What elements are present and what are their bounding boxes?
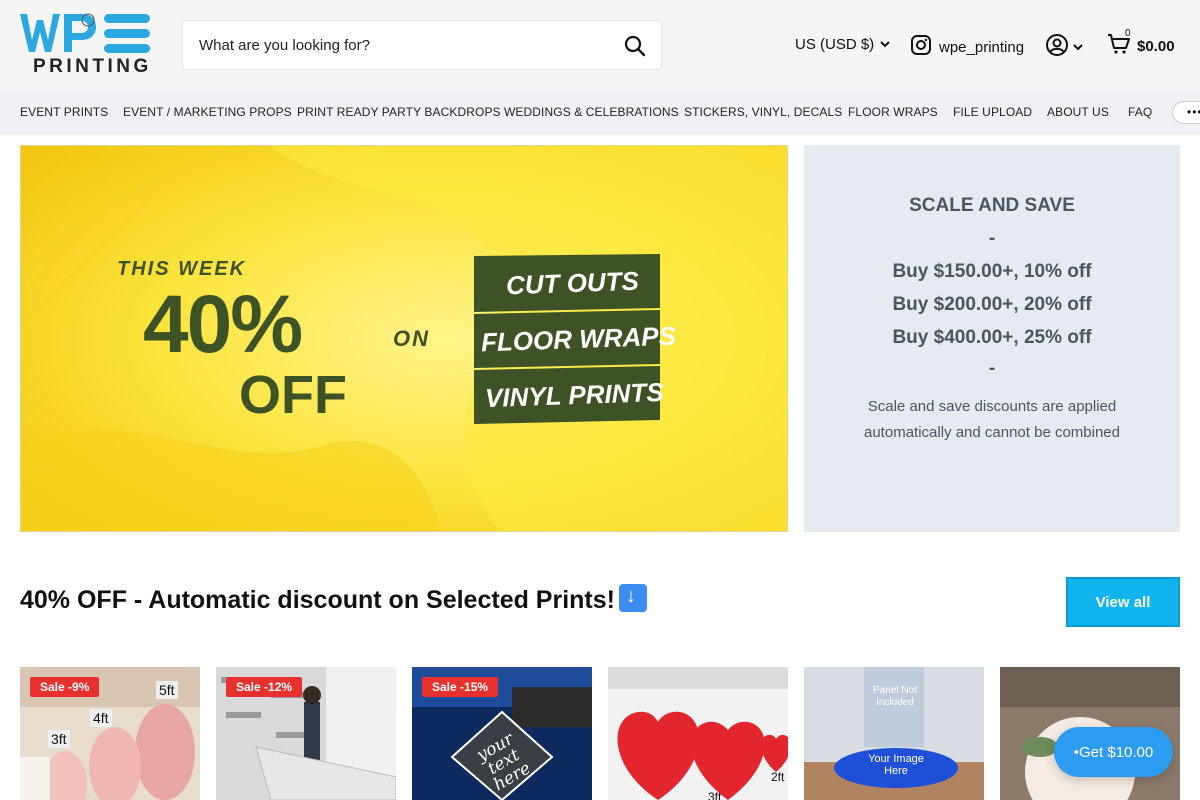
- rewards-amount: Get $10.00: [1079, 743, 1154, 761]
- nav-item-floor-wraps[interactable]: FLOOR WRAPS: [848, 105, 938, 119]
- promo-tier-1: Buy $150.00+, 10% off: [892, 261, 1092, 282]
- cart-icon: 0: [1107, 28, 1131, 61]
- hero-tag-vinyl-prints: VINYL PRINTS: [484, 376, 665, 414]
- section-heading: 40% OFF - Automatic discount on Selected…: [20, 584, 647, 615]
- size-label: 3ft: [708, 790, 722, 800]
- more-icon: •••: [1187, 105, 1200, 119]
- nav-item-stickers[interactable]: STICKERS, VINYL, DECALS: [684, 105, 842, 119]
- view-all-button[interactable]: View all: [1066, 577, 1180, 627]
- scale-and-save-panel: SCALE AND SAVE - Buy $150.00+, 10% off B…: [804, 145, 1180, 532]
- hero-percent: 40%: [143, 279, 303, 370]
- size-label: 2ft: [771, 770, 785, 784]
- cart-count: 0: [1125, 28, 1131, 39]
- chevron-down-icon: [1073, 39, 1083, 57]
- search-box: [182, 20, 662, 70]
- panel-note: Panel Not Included: [873, 685, 917, 708]
- size-label: 3ft: [48, 730, 70, 748]
- nav-item-about-us[interactable]: ABOUT US: [1047, 105, 1109, 119]
- nav-item-weddings[interactable]: WEDDINGS & CELEBRATIONS: [504, 105, 679, 119]
- rewards-button[interactable]: •Get $10.00: [1054, 727, 1173, 777]
- sale-badge: Sale -9%: [30, 677, 100, 697]
- size-label: 4ft: [90, 709, 112, 727]
- hero-banner[interactable]: THIS WEEK 40% OFF ON CUT OUTS FLOOR WRAP…: [20, 145, 788, 532]
- main-nav: EVENT PRINTS EVENT / MARKETING PROPS PRI…: [0, 90, 1200, 135]
- promo-dash: -: [988, 228, 996, 249]
- down-arrow-icon: [618, 584, 647, 612]
- cart-button[interactable]: 0 $0.00: [1107, 28, 1175, 61]
- cart-total: $0.00: [1137, 38, 1175, 55]
- product-card[interactable]: 2ft 3ft: [608, 667, 788, 800]
- nav-item-file-upload[interactable]: FILE UPLOAD: [953, 105, 1032, 119]
- product-card[interactable]: Sale -9% 5ft 4ft 3ft: [20, 667, 200, 800]
- user-icon: [1045, 33, 1069, 62]
- site-header: PRINTING US (USD $) wpe_printing 0 $0.00: [0, 0, 1200, 90]
- hero-tag-cut-outs: CUT OUTS: [505, 265, 640, 301]
- product-card[interactable]: Sale -15% your text here: [412, 667, 592, 800]
- sale-badge: Sale -12%: [226, 677, 303, 697]
- nav-item-event-prints[interactable]: EVENT PRINTS: [20, 105, 108, 119]
- hero-on: ON: [393, 326, 430, 351]
- chevron-down-icon: [880, 36, 890, 53]
- product-card[interactable]: Sale -12%: [216, 667, 396, 800]
- nav-more-button[interactable]: •••: [1172, 101, 1200, 124]
- hero-off: OFF: [239, 365, 347, 425]
- instagram-icon: [910, 34, 932, 60]
- product-image: [608, 667, 788, 800]
- floor-decal-text: Your Image Here: [868, 753, 924, 777]
- promo-tier-2: Buy $200.00+, 20% off: [892, 294, 1092, 315]
- instagram-handle: wpe_printing: [939, 38, 1025, 56]
- product-card[interactable]: Panel Not Included Your Image Here: [804, 667, 984, 800]
- nav-item-faq[interactable]: FAQ: [1128, 105, 1152, 119]
- account-menu[interactable]: [1045, 33, 1083, 62]
- promo-note: Scale and save discounts are applied aut…: [864, 398, 1120, 441]
- section-title-text: 40% OFF - Automatic discount on Selected…: [20, 586, 615, 614]
- nav-item-party-backdrops[interactable]: PRINT READY PARTY BACKDROPS: [297, 105, 501, 119]
- nav-item-event-marketing-props[interactable]: EVENT / MARKETING PROPS: [123, 105, 292, 119]
- currency-selector[interactable]: US (USD $): [795, 36, 890, 53]
- currency-label: US (USD $): [795, 36, 875, 53]
- instagram-link[interactable]: wpe_printing: [910, 34, 1024, 60]
- logo-wordmark: PRINTING: [33, 56, 152, 77]
- wpe-logo[interactable]: PRINTING: [20, 12, 152, 77]
- promo-tier-3: Buy $400.00+, 25% off: [892, 327, 1092, 348]
- search-icon[interactable]: [623, 34, 647, 58]
- size-label: 5ft: [156, 681, 178, 699]
- sale-badge: Sale -15%: [422, 677, 499, 697]
- promo-dash: -: [988, 358, 996, 379]
- promo-title: SCALE AND SAVE: [909, 195, 1075, 216]
- rewards-label: •Get $10.00: [1073, 743, 1154, 761]
- search-input[interactable]: [183, 21, 603, 69]
